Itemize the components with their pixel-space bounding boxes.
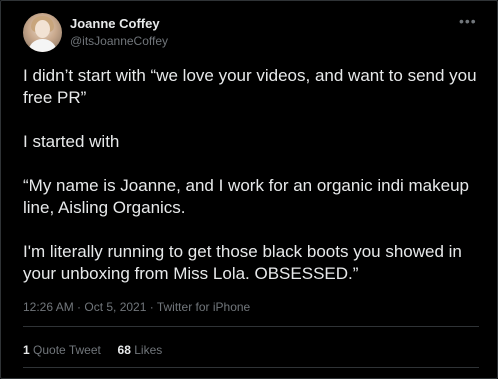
tweet-paragraph: I didn’t start with “we love your videos…: [23, 66, 477, 107]
quote-label: Quote Tweet: [33, 343, 101, 357]
divider: [23, 367, 479, 368]
likes-label: Likes: [134, 343, 163, 357]
avatar[interactable]: [23, 13, 62, 52]
more-horizontal-icon[interactable]: •••: [459, 13, 477, 29]
tweet-paragraph: I started with: [23, 132, 120, 151]
tweet-timestamp[interactable]: 12:26 AM · Oct 5, 2021 · Twitter for iPh…: [23, 300, 250, 314]
divider: [23, 326, 479, 327]
avatar-face: [35, 20, 50, 38]
likes-stat[interactable]: 68 Likes: [118, 343, 163, 357]
author-handle[interactable]: @itsJoanneCoffey: [70, 34, 168, 48]
tweet-card: Joanne Coffey @itsJoanneCoffey ••• I did…: [0, 0, 498, 379]
quote-count: 1: [23, 343, 30, 357]
quote-tweets-stat[interactable]: 1 Quote Tweet: [23, 343, 104, 357]
avatar-shoulders: [28, 39, 57, 52]
tweet-text: I didn’t start with “we love your videos…: [23, 65, 483, 307]
tweet-stats: 1 Quote Tweet 68 Likes: [23, 343, 162, 357]
author-name[interactable]: Joanne Coffey: [70, 16, 160, 31]
likes-count: 68: [117, 343, 131, 357]
tweet-paragraph: “My name is Joanne, and I work for an or…: [23, 176, 470, 217]
tweet-paragraph: I'm literally running to get those black…: [23, 242, 462, 283]
